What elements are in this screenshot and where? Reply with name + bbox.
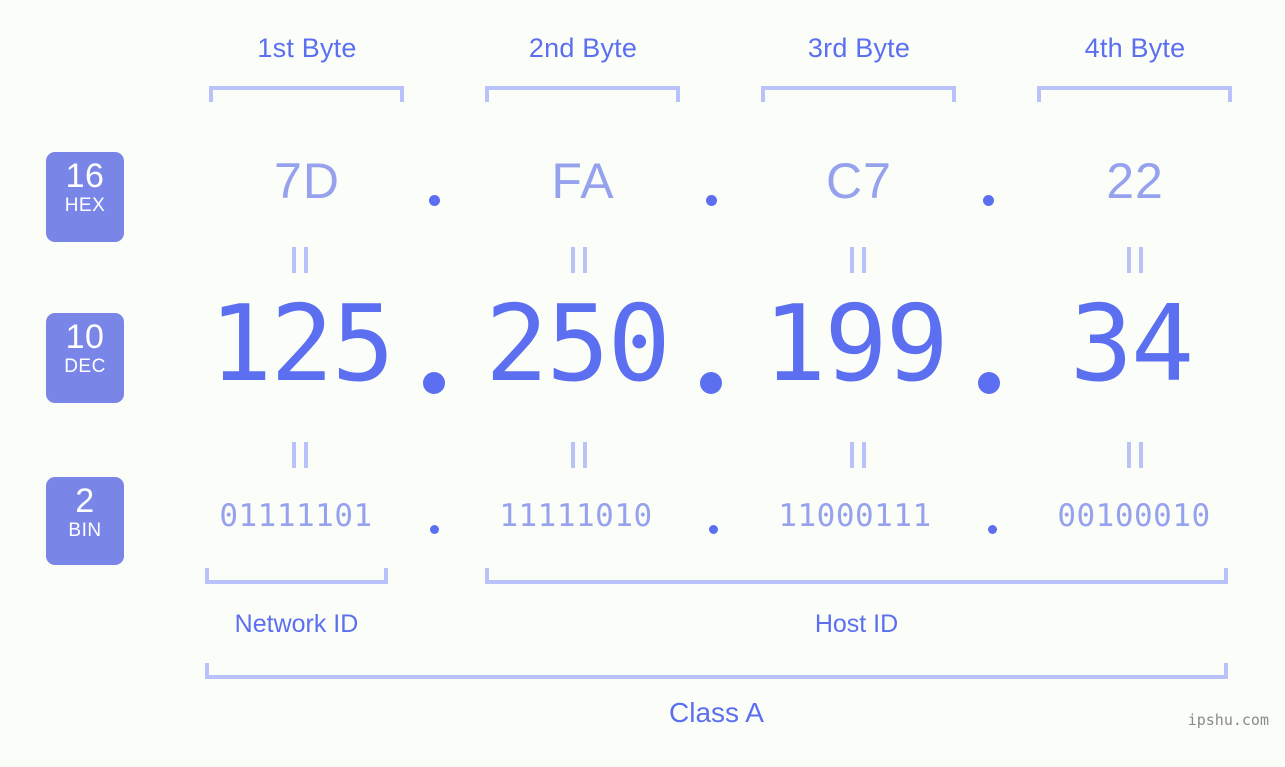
hex-byte-3: C7 [826,153,892,209]
radix-badge-dec: 10 DEC [46,313,124,403]
equals-mark-1-2 [571,247,587,273]
bin-byte-4: 00100010 [1057,498,1211,534]
byte-bracket-4 [1037,86,1232,102]
bin-separator-dot-2 [709,525,718,534]
hex-byte-4: 22 [1106,153,1164,209]
radix-badge-hex-number: 16 [65,157,105,195]
byte-bracket-3 [761,86,956,102]
dec-separator-dot-1 [423,372,445,394]
radix-badge-dec-number: 10 [65,318,105,356]
bin-byte-1: 01111101 [219,498,373,534]
hex-separator-dot-2 [706,195,717,206]
ip-address-breakdown-diagram: 1st Byte 2nd Byte 3rd Byte 4th Byte 16 H… [0,0,1285,767]
byte-bracket-1 [209,86,404,102]
equals-mark-1-1 [292,247,308,273]
byte-header-3: 3rd Byte [807,33,911,63]
radix-badge-hex-name: HEX [64,194,106,216]
equals-mark-2-1 [292,442,308,468]
byte-bracket-2 [485,86,680,102]
bin-separator-dot-3 [988,525,997,534]
network-id-label: Network ID [234,610,359,638]
dec-byte-4: 34 [1069,283,1194,405]
dec-byte-2: 250 [485,283,671,405]
class-bracket [205,663,1228,679]
byte-header-2: 2nd Byte [528,33,638,63]
hex-separator-dot-1 [429,195,440,206]
equals-mark-2-2 [571,442,587,468]
radix-badge-bin-number: 2 [75,482,95,520]
site-watermark: ipshu.com [1187,711,1269,729]
byte-header-1: 1st Byte [257,33,357,63]
equals-mark-1-3 [850,247,866,273]
dec-separator-dot-2 [700,372,722,394]
equals-mark-1-4 [1127,247,1143,273]
host-id-bracket [485,568,1228,584]
radix-badge-dec-name: DEC [64,355,106,377]
radix-badge-bin: 2 BIN [46,477,124,565]
bin-byte-3: 11000111 [778,498,932,534]
byte-header-4: 4th Byte [1084,33,1186,63]
dec-byte-3: 199 [763,283,949,405]
equals-mark-2-4 [1127,442,1143,468]
hex-byte-1: 7D [274,153,340,209]
host-id-label: Host ID [814,610,899,638]
hex-byte-2: FA [551,153,615,209]
radix-badge-bin-name: BIN [68,519,102,541]
dec-separator-dot-3 [978,372,1000,394]
equals-mark-2-3 [850,442,866,468]
radix-badge-hex: 16 HEX [46,152,124,242]
class-label: Class A [669,697,764,728]
hex-separator-dot-3 [983,195,994,206]
bin-byte-2: 11111010 [499,498,653,534]
network-id-bracket [205,568,388,584]
dec-byte-1: 125 [209,283,395,405]
bin-separator-dot-1 [430,525,439,534]
